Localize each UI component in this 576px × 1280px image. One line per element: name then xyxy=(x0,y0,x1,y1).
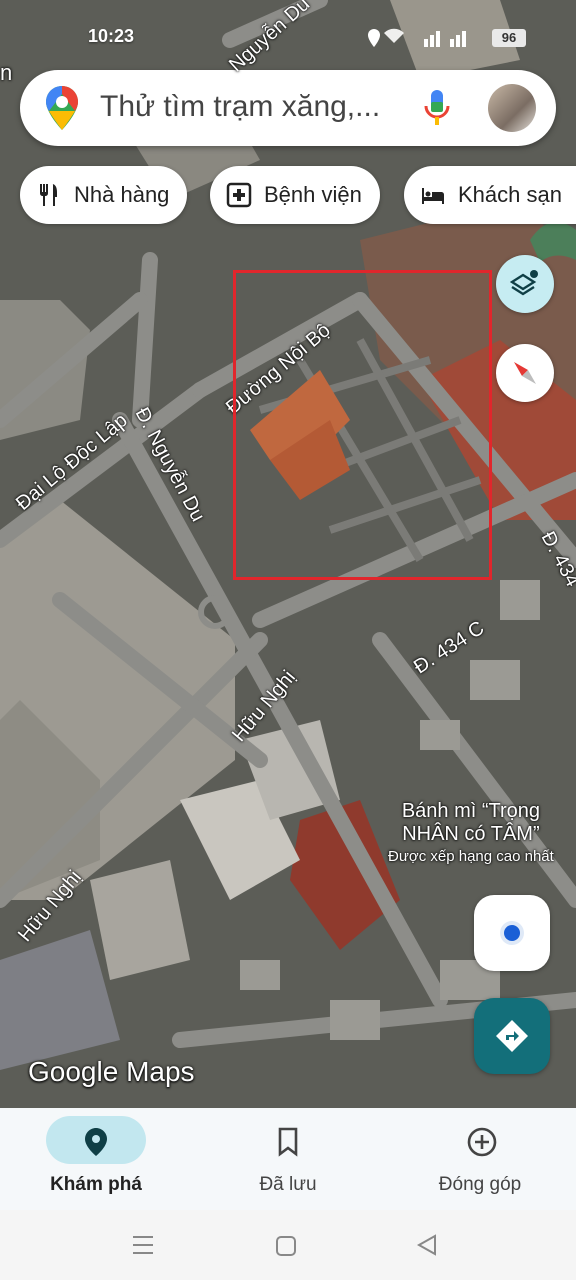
compass-icon xyxy=(514,362,536,384)
highlight-rectangle xyxy=(233,270,492,580)
map-view[interactable]: 10:23 96 Thử tìm trạm xăng,... Nhà hàng … xyxy=(0,0,576,1108)
chip-label: Bệnh viện xyxy=(264,182,362,207)
menu-icon[interactable] xyxy=(132,1234,154,1256)
back-icon[interactable] xyxy=(416,1234,438,1256)
signal-wifi-icon xyxy=(368,28,466,47)
layers-icon xyxy=(510,270,538,296)
location-dot-icon xyxy=(500,921,524,945)
poi-marker[interactable]: Bánh mì “Trọng NHÂN có TÂM” Được xếp hạn… xyxy=(388,800,554,865)
nav-label: Đóng góp xyxy=(438,1174,522,1195)
map-label-road: n xyxy=(0,60,13,85)
compass-button[interactable] xyxy=(496,344,554,402)
microphone-icon[interactable] xyxy=(424,90,450,133)
chip-label: Nhà hàng xyxy=(74,182,170,207)
bottom-navigation: Khám phá Đã lưu Đóng góp xyxy=(0,1108,576,1210)
poi-subtitle: Được xếp hạng cao nhất xyxy=(388,848,554,865)
nav-explore[interactable]: Khám phá xyxy=(0,1108,192,1210)
chip-hospital[interactable]: Bệnh viện xyxy=(210,166,380,224)
chip-restaurant[interactable]: Nhà hàng xyxy=(20,166,188,224)
nav-contribute[interactable]: Đóng góp xyxy=(384,1108,576,1210)
avatar[interactable] xyxy=(488,84,536,132)
chip-label: Khách sạn xyxy=(458,182,562,207)
poi-name-line1: Bánh mì “Trọng xyxy=(401,800,541,822)
nav-saved[interactable]: Đã lưu xyxy=(192,1108,384,1210)
directions-button[interactable] xyxy=(474,998,550,1074)
directions-icon xyxy=(496,1020,528,1052)
search-bar[interactable]: Thử tìm trạm xăng,... xyxy=(20,70,556,146)
google-maps-pin-icon xyxy=(46,86,78,135)
status-time: 10:23 xyxy=(88,26,135,46)
home-icon[interactable] xyxy=(275,1235,297,1257)
google-maps-logo: Google Maps xyxy=(28,1056,195,1087)
poi-name-line2: NHÂN có TÂM” xyxy=(402,823,540,845)
add-circle-icon xyxy=(467,1127,497,1157)
hotel-icon xyxy=(422,188,444,204)
my-location-button[interactable] xyxy=(474,895,550,971)
chip-hotel[interactable]: Khách sạn xyxy=(404,166,576,224)
battery-indicator: 96 xyxy=(492,29,526,47)
status-icons xyxy=(366,27,474,54)
layers-button[interactable] xyxy=(496,255,554,313)
explore-pin-icon xyxy=(85,1128,107,1156)
system-navigation-bar xyxy=(0,1210,576,1280)
hospital-icon xyxy=(226,182,252,208)
nav-label: Khám phá xyxy=(50,1174,142,1195)
restaurant-icon xyxy=(40,184,57,206)
nav-label: Đã lưu xyxy=(259,1174,317,1195)
search-placeholder[interactable]: Thử tìm trạm xăng,... xyxy=(100,90,380,124)
bookmark-icon xyxy=(278,1127,298,1157)
